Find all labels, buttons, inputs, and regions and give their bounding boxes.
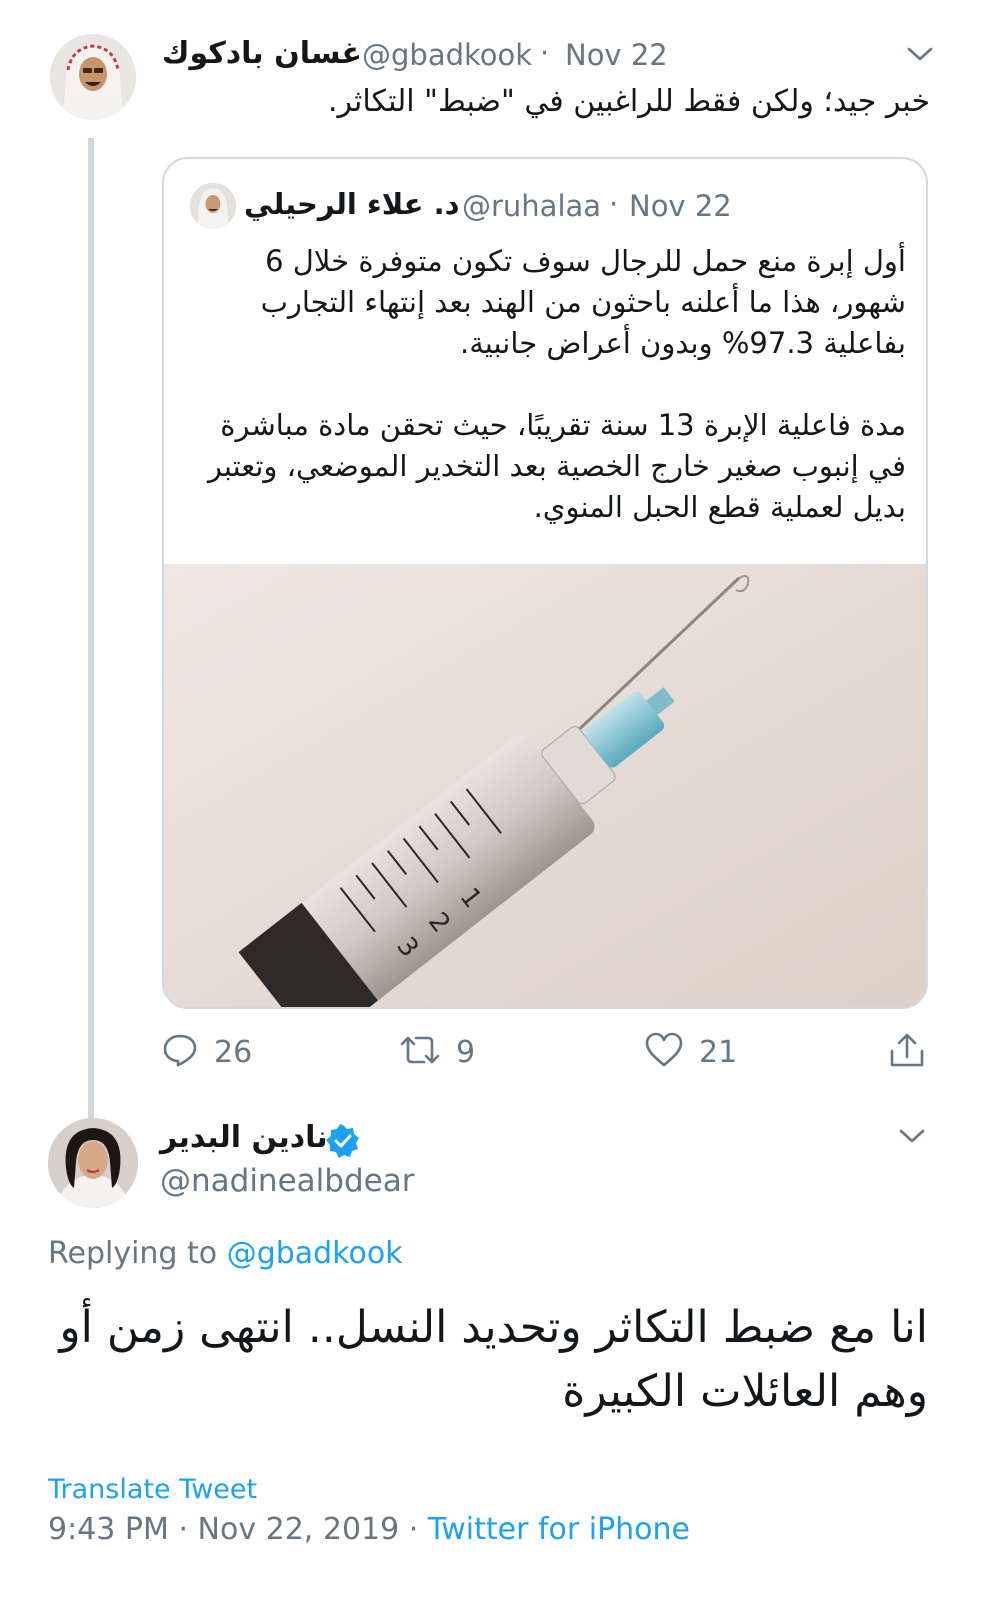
ruhalaa-avatar[interactable] (190, 183, 236, 229)
separator-dot: · (540, 36, 550, 70)
tweet-author-name[interactable]: غسان بادكوك (162, 36, 362, 71)
tweet-text: خبر جيد؛ ولكن فقط للراغبين في "ضبط" التك… (327, 84, 930, 119)
tweet-time: 9:43 PM (48, 1512, 169, 1547)
like-count: 21 (699, 1034, 738, 1070)
separator-dot: · (408, 1512, 419, 1547)
replying-to-label: Replying to @gbadkook (48, 1236, 403, 1271)
like-button[interactable]: 21 (645, 1030, 737, 1074)
share-icon (888, 1031, 926, 1073)
tweet-source-link[interactable]: Twitter for iPhone (428, 1512, 690, 1547)
quoted-tweet-card[interactable]: د. علاء الرحيلي @ruhalaa · Nov 22 أول إب… (162, 157, 928, 1009)
separator-dot: · (178, 1512, 188, 1547)
tweet-author-handle[interactable]: @gbadkook (362, 38, 532, 72)
nadinealbdear-avatar[interactable] (48, 1118, 138, 1208)
replying-to-prefix: Replying to (48, 1236, 218, 1271)
replying-to-link[interactable]: @gbadkook (227, 1236, 403, 1271)
gbadkook-avatar[interactable] (50, 34, 136, 120)
reply-icon (162, 1032, 198, 1072)
tweet-full-date: Nov 22, 2019 (197, 1512, 400, 1547)
tweet-metadata: 9:43 PM · Nov 22, 2019 · Twitter for iPh… (48, 1512, 690, 1547)
chevron-down-icon[interactable] (905, 44, 935, 64)
share-button[interactable] (888, 1030, 926, 1074)
quoted-author-name: د. علاء الرحيلي (244, 187, 460, 221)
retweet-count: 9 (456, 1034, 476, 1070)
quoted-tweet-paragraph-1: أول إبرة منع حمل للرجال سوف تكون متوفرة … (260, 244, 906, 360)
quoted-tweet-paragraph-2: مدة فاعلية الإبرة 13 سنة تقريبًا، حيث تح… (207, 408, 906, 524)
like-icon (645, 1032, 683, 1072)
thread-connector-line (88, 138, 94, 1128)
retweet-icon (400, 1032, 440, 1072)
retweet-button[interactable]: 9 (400, 1030, 475, 1074)
verified-badge-icon (326, 1124, 360, 1158)
syringe-image[interactable]: 1 2 3 (164, 564, 926, 1007)
quoted-tweet-date: Nov 22 (629, 189, 732, 223)
tweet-author-handle[interactable]: @nadinealbdear (160, 1163, 414, 1199)
separator-dot: · (609, 187, 619, 221)
quoted-author-handle: @ruhalaa (462, 189, 602, 223)
tweet-date[interactable]: Nov 22 (565, 38, 668, 72)
reply-button[interactable]: 26 (162, 1030, 252, 1074)
translate-tweet-link[interactable]: Translate Tweet (48, 1474, 257, 1505)
reply-count: 26 (214, 1034, 253, 1070)
chevron-down-icon[interactable] (897, 1126, 927, 1146)
tweet-author-name[interactable]: نادين البدير (160, 1120, 328, 1155)
tweet-text: انا مع ضبط التكاثر وتحديد النسل.. انتهى … (59, 1302, 928, 1417)
